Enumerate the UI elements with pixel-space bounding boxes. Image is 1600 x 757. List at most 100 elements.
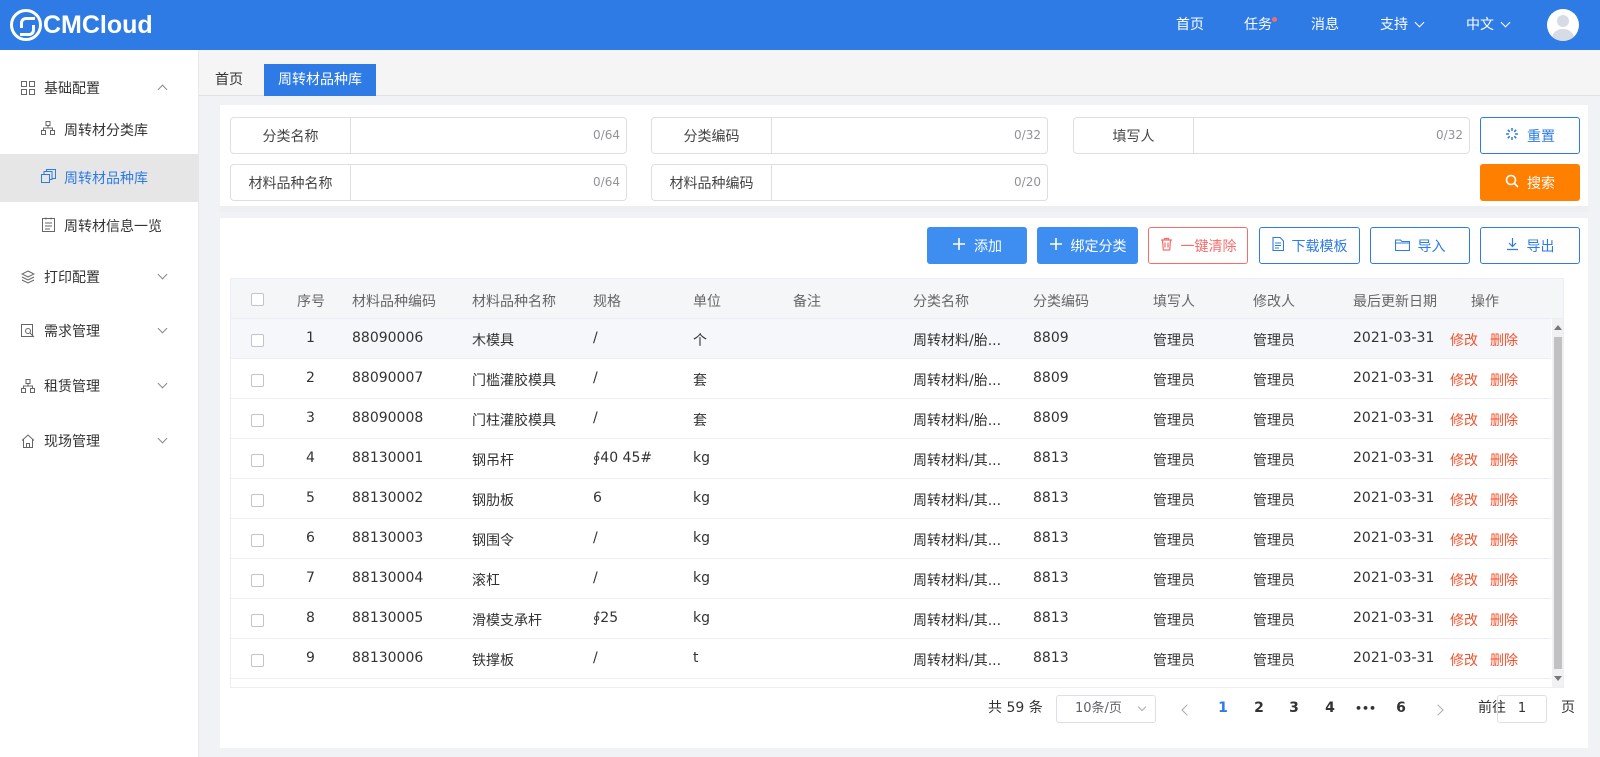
delete-link[interactable]: 删除 bbox=[1490, 410, 1518, 430]
tab-variety-library[interactable]: 周转材品种库 bbox=[264, 64, 376, 96]
edit-link[interactable]: 修改 bbox=[1450, 650, 1478, 670]
sidebar-group-lease-management[interactable]: 租赁管理 bbox=[0, 359, 199, 413]
cell-category-code: 8813 bbox=[1033, 650, 1069, 666]
sidebar-item-info-overview[interactable]: 周转材信息一览 bbox=[0, 202, 199, 250]
row-checkbox[interactable] bbox=[251, 534, 264, 547]
scroll-up-arrow-icon[interactable] bbox=[1554, 325, 1562, 330]
edit-link[interactable]: 修改 bbox=[1450, 410, 1478, 430]
topnav-home[interactable]: 首页 bbox=[1176, 0, 1204, 50]
page-size-select[interactable]: 10条/页 bbox=[1056, 695, 1156, 723]
edit-link[interactable]: 修改 bbox=[1450, 490, 1478, 510]
reset-button[interactable]: 重置 bbox=[1480, 117, 1580, 154]
filler-input[interactable]: 0/32 bbox=[1194, 118, 1469, 153]
goto-page-input[interactable]: 1 bbox=[1497, 695, 1547, 723]
edit-link[interactable]: 修改 bbox=[1450, 450, 1478, 470]
cell-index: 2 bbox=[306, 370, 315, 386]
sidebar-item-category-library[interactable]: 周转材分类库 bbox=[0, 106, 199, 154]
scroll-thumb[interactable] bbox=[1554, 337, 1562, 669]
cell-index: 4 bbox=[306, 450, 315, 466]
category-name-input[interactable]: 0/64 bbox=[351, 118, 626, 153]
table-row[interactable]: 6 88130003 钢围令 / kg 周转材料/其... 8813 管理员 管理员 2021-0… bbox=[231, 519, 1551, 559]
cell-last-updated: 2021-03-31 bbox=[1353, 450, 1435, 466]
cell-unit: kg bbox=[693, 490, 710, 506]
table-row[interactable]: 7 88130004 滚杠 / kg 周转材料/其... 8813 管理员 管理员 2021-03… bbox=[231, 559, 1551, 599]
table-row[interactable]: 3 88090008 门柱灌胶模具 / 套 周转材料/胎... 8809 管理员 管理员 2021… bbox=[231, 399, 1551, 439]
row-checkbox[interactable] bbox=[251, 334, 264, 347]
add-button[interactable]: 添加 bbox=[927, 227, 1027, 264]
download-template-button[interactable]: 下载模板 bbox=[1259, 227, 1360, 264]
sidebar-group-site-management[interactable]: 现场管理 bbox=[0, 414, 199, 468]
row-checkbox[interactable] bbox=[251, 574, 264, 587]
category-code-field[interactable]: 分类编码 0/32 bbox=[651, 117, 1048, 154]
sidebar-group-print-config[interactable]: 打印配置 bbox=[0, 250, 199, 304]
delete-link[interactable]: 删除 bbox=[1490, 490, 1518, 510]
category-code-input[interactable]: 0/32 bbox=[772, 118, 1047, 153]
page-number-4[interactable]: 4 bbox=[1320, 700, 1340, 716]
cell-index: 5 bbox=[306, 490, 315, 506]
page-number-2[interactable]: 2 bbox=[1249, 700, 1269, 716]
edit-link[interactable]: 修改 bbox=[1450, 330, 1478, 350]
column-header-index: 序号 bbox=[297, 294, 325, 310]
export-button[interactable]: 导出 bbox=[1480, 227, 1580, 264]
search-button[interactable]: 搜索 bbox=[1480, 164, 1580, 201]
field-label: 填写人 bbox=[1074, 118, 1194, 153]
grid-icon bbox=[20, 80, 36, 96]
table-scrollbar[interactable] bbox=[1552, 319, 1563, 687]
table-row[interactable]: 8 88130005 滑模支承杆 ∮25 kg 周转材料/其... 8813 管理员 管理员 20… bbox=[231, 599, 1551, 639]
edit-link[interactable]: 修改 bbox=[1450, 570, 1478, 590]
page-number-6[interactable]: 6 bbox=[1391, 700, 1411, 716]
topnav-tasks[interactable]: 任务 bbox=[1244, 0, 1277, 50]
category-name-field[interactable]: 分类名称 0/64 bbox=[230, 117, 627, 154]
tab-home[interactable]: 首页 bbox=[201, 64, 257, 96]
material-variety-code-field[interactable]: 材料品种编码 0/20 bbox=[651, 164, 1048, 201]
sidebar-item-variety-library[interactable]: 周转材品种库 bbox=[0, 154, 199, 202]
cell-filler: 管理员 bbox=[1153, 453, 1195, 469]
table-row[interactable]: 5 88130002 钢肋板 6 kg 周转材料/其... 8813 管理员 管理员 2021-0… bbox=[231, 479, 1551, 519]
cell-variety-code: 88130006 bbox=[352, 650, 424, 666]
delete-link[interactable]: 删除 bbox=[1490, 530, 1518, 550]
delete-link[interactable]: 删除 bbox=[1490, 330, 1518, 350]
app-logo[interactable]: CMCloud bbox=[10, 8, 153, 42]
sidebar-group-demand-management[interactable]: 需求管理 bbox=[0, 304, 199, 358]
clear-all-button[interactable]: 一键清除 bbox=[1148, 227, 1248, 264]
select-all-checkbox[interactable] bbox=[251, 293, 264, 306]
delete-link[interactable]: 删除 bbox=[1490, 570, 1518, 590]
bind-category-button[interactable]: 绑定分类 bbox=[1037, 227, 1138, 264]
material-variety-name-field[interactable]: 材料品种名称 0/64 bbox=[230, 164, 627, 201]
topnav-support[interactable]: 支持 bbox=[1380, 0, 1425, 50]
edit-link[interactable]: 修改 bbox=[1450, 530, 1478, 550]
delete-link[interactable]: 删除 bbox=[1490, 370, 1518, 390]
more-pages-ellipsis[interactable]: ••• bbox=[1355, 702, 1376, 715]
row-checkbox[interactable] bbox=[251, 614, 264, 627]
delete-link[interactable]: 删除 bbox=[1490, 610, 1518, 630]
reset-label: 重置 bbox=[1527, 128, 1555, 145]
row-checkbox[interactable] bbox=[251, 414, 264, 427]
row-checkbox[interactable] bbox=[251, 374, 264, 387]
cell-last-updated: 2021-03-31 bbox=[1353, 530, 1435, 546]
cell-last-updated: 2021-03-31 bbox=[1353, 370, 1435, 386]
download-icon bbox=[1506, 237, 1519, 255]
filler-field[interactable]: 填写人 0/32 bbox=[1073, 117, 1470, 154]
table-row[interactable]: 4 88130001 钢吊杆 ∮40 45# kg 周转材料/其... 8813 管理员 管理员… bbox=[231, 439, 1551, 479]
row-checkbox[interactable] bbox=[251, 454, 264, 467]
language-selector[interactable]: 中文 bbox=[1466, 0, 1511, 50]
row-checkbox[interactable] bbox=[251, 494, 264, 507]
table-row[interactable]: 1 88090006 木模具 / 个 周转材料/胎... 8809 管理员 管理员 2021-03… bbox=[231, 319, 1551, 359]
material-variety-code-input[interactable]: 0/20 bbox=[772, 165, 1047, 200]
delete-link[interactable]: 删除 bbox=[1490, 450, 1518, 470]
table-row[interactable]: 9 88130006 铁撑板 / t 周转材料/其... 8813 管理员 管理员 2021-03… bbox=[231, 639, 1551, 679]
logo-text: CMCloud bbox=[43, 10, 153, 39]
edit-link[interactable]: 修改 bbox=[1450, 610, 1478, 630]
delete-link[interactable]: 删除 bbox=[1490, 650, 1518, 670]
row-checkbox[interactable] bbox=[251, 654, 264, 667]
page-number-3[interactable]: 3 bbox=[1284, 700, 1304, 716]
table-row[interactable]: 2 88090007 门槛灌胶模具 / 套 周转材料/胎... 8809 管理员 管理员 2021… bbox=[231, 359, 1551, 399]
material-variety-name-input[interactable]: 0/64 bbox=[351, 165, 626, 200]
page-number-1[interactable]: 1 bbox=[1213, 700, 1233, 716]
topnav-messages[interactable]: 消息 bbox=[1311, 0, 1339, 50]
user-avatar[interactable] bbox=[1547, 9, 1579, 41]
import-button[interactable]: 导入 bbox=[1370, 227, 1470, 264]
scroll-down-arrow-icon[interactable] bbox=[1554, 676, 1562, 681]
cell-spec: / bbox=[593, 410, 598, 426]
edit-link[interactable]: 修改 bbox=[1450, 370, 1478, 390]
